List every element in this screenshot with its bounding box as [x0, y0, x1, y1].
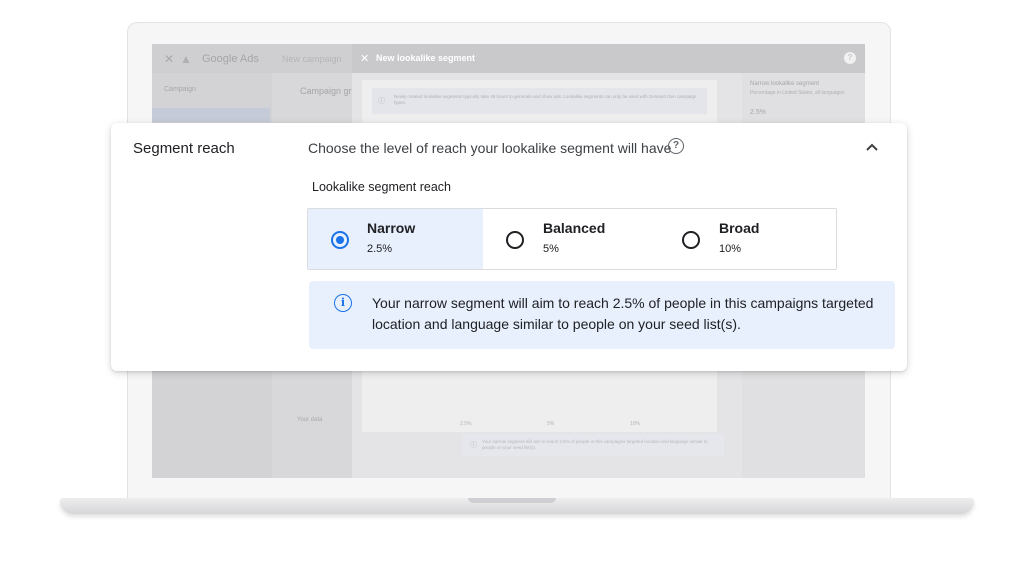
bg-mini-notice-text: Your narrow segment will aim to reach 2.… [482, 439, 708, 450]
reach-options: Narrow 2.5% Balanced 5% Broad 10% [307, 208, 837, 270]
segment-reach-card: Segment reach Choose the level of reach … [111, 123, 907, 371]
bg-help-icon: ? [844, 52, 856, 64]
bg-panel-title: New lookalike segment [376, 53, 476, 63]
bg-info-box: ⓘ Newly created lookalike segments typic… [372, 88, 707, 114]
bg-brand: Google Ads [202, 53, 259, 65]
bg-summary-title: Narrow lookalike segment [750, 81, 820, 87]
option-name: Balanced [543, 220, 606, 236]
option-broad[interactable]: Broad 10% [659, 209, 836, 269]
option-percent: 5% [543, 243, 559, 255]
bg-info-icon: ⓘ [378, 98, 385, 105]
help-icon[interactable]: ? [668, 138, 684, 154]
radio-broad[interactable] [682, 231, 700, 249]
bg-mini-option: 2.5% [460, 421, 472, 427]
bg-summary-desc: Percentage in United States, all languag… [750, 90, 845, 96]
bg-panel-header: ✕ New lookalike segment ? [352, 44, 865, 73]
bg-mini-info-icon: ⓘ [470, 442, 477, 449]
option-balanced[interactable]: Balanced 5% [483, 209, 659, 269]
laptop-notch [468, 498, 556, 503]
info-icon: i [334, 294, 352, 312]
bg-close-icon: ✕ [164, 52, 175, 66]
option-name: Narrow [367, 220, 416, 236]
bg-mini-option: 5% [547, 421, 555, 427]
bg-summary-value: 2.5% [750, 109, 766, 116]
bg-mini-notice: ⓘ Your narrow segment will aim to reach … [462, 434, 724, 456]
reach-notice: i Your narrow segment will aim to reach … [309, 281, 895, 349]
radio-balanced[interactable] [506, 231, 524, 249]
option-percent: 2.5% [367, 243, 393, 255]
radio-narrow[interactable] [331, 231, 349, 249]
bg-nav-item-active [152, 108, 270, 122]
notice-text: Your narrow segment will aim to reach 2.… [372, 295, 874, 332]
option-percent: 10% [719, 243, 742, 255]
bg-info-text: Newly created lookalike segments typical… [394, 94, 697, 105]
bg-topbar: ✕ ▲ Google Ads New campaign [152, 44, 352, 73]
bg-column-title: Campaign gr [300, 86, 352, 96]
section-prompt: Choose the level of reach your lookalike… [308, 140, 672, 156]
section-title: Segment reach [133, 140, 235, 157]
bg-mini-option: 10% [630, 421, 641, 427]
option-narrow[interactable]: Narrow 2.5% [308, 209, 483, 269]
chevron-up-icon[interactable] [863, 140, 881, 154]
reach-label: Lookalike segment reach [312, 180, 451, 194]
option-name: Broad [719, 220, 760, 236]
bg-your-data-label: Your data [297, 417, 323, 423]
bg-panel-close-icon: ✕ [360, 53, 370, 65]
bg-breadcrumb: New campaign [282, 54, 342, 64]
bg-mini-options: 2.5% 5% 10% [452, 407, 690, 429]
bg-nav-item: Campaign [164, 86, 196, 93]
google-ads-logo-icon: ▲ [180, 52, 192, 66]
